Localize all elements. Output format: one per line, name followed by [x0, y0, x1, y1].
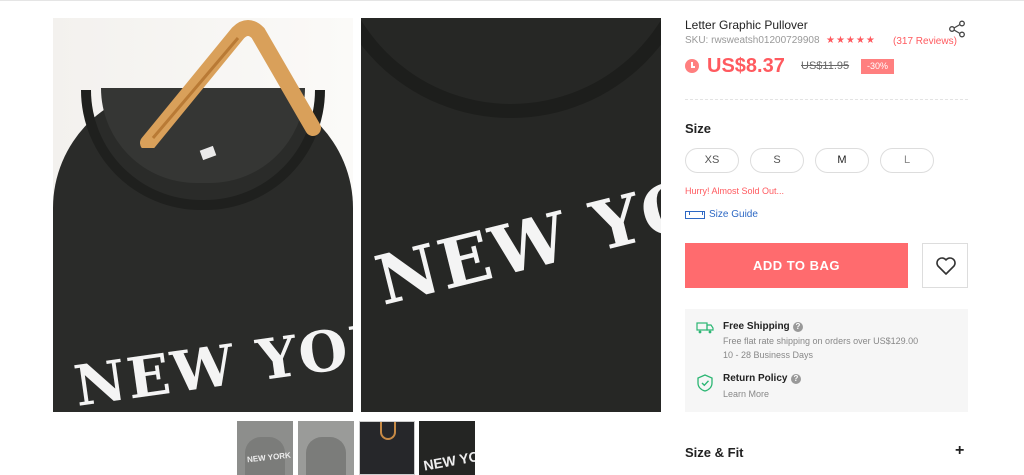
- add-to-bag-button[interactable]: ADD TO BAG: [685, 243, 908, 288]
- thumb-hanger-icon: [380, 422, 396, 440]
- help-icon[interactable]: ?: [793, 322, 803, 332]
- ruler-icon: [685, 211, 705, 219]
- reviews-link[interactable]: (317 Reviews): [893, 36, 957, 47]
- thumb-print: NEW YORK: [422, 444, 475, 474]
- size-label: Size: [685, 121, 712, 136]
- original-price: US$11.95: [801, 60, 850, 72]
- thumbnail-1[interactable]: NEW YORK: [237, 421, 293, 475]
- divider: [685, 99, 968, 100]
- size-fit-section[interactable]: Size & Fit: [685, 445, 744, 460]
- sale-price: US$8.37: [707, 55, 785, 77]
- size-option-xs[interactable]: XS: [685, 148, 739, 173]
- hanger-icon: [140, 20, 321, 148]
- clock-icon: [685, 59, 699, 73]
- top-border: [0, 0, 1024, 4]
- thumb-shirt: [306, 437, 346, 475]
- product-sku: SKU: rwsweatsh01200729908: [685, 35, 820, 46]
- shirt-collar-closeup: [361, 18, 661, 118]
- shield-icon: [697, 374, 713, 392]
- size-option-l[interactable]: L: [880, 148, 934, 173]
- return-policy-title: Return Policy: [723, 373, 788, 384]
- thumbnail-2[interactable]: [298, 421, 354, 475]
- thumbnail-3[interactable]: [359, 421, 415, 475]
- learn-more-link[interactable]: Learn More: [723, 389, 769, 399]
- size-option-m[interactable]: M: [815, 148, 869, 173]
- size-option-s[interactable]: S: [750, 148, 804, 173]
- heart-icon: [936, 257, 956, 275]
- rating-stars: ★★★★★: [826, 35, 876, 46]
- shipping-days: 10 - 28 Business Days: [723, 350, 814, 360]
- expand-icon[interactable]: +: [955, 442, 964, 460]
- truck-icon: [696, 322, 714, 334]
- free-shipping-desc: Free flat rate shipping on orders over U…: [723, 336, 919, 346]
- wishlist-button[interactable]: [922, 243, 968, 288]
- free-shipping-title: Free Shipping: [723, 321, 790, 332]
- stock-warning: Hurry! Almost Sold Out...: [685, 186, 785, 196]
- product-image-main-2[interactable]: NEW YORK: [361, 18, 661, 412]
- size-guide-link[interactable]: Size Guide: [709, 209, 758, 220]
- shirt-print-closeup: NEW YORK: [368, 134, 661, 322]
- product-title: Letter Graphic Pullover: [685, 18, 808, 32]
- product-image-main-1[interactable]: NEW YORK: [53, 18, 353, 412]
- help-icon[interactable]: ?: [791, 374, 801, 384]
- discount-badge: -30%: [861, 59, 895, 74]
- thumbnail-4[interactable]: NEW YORK: [419, 421, 475, 475]
